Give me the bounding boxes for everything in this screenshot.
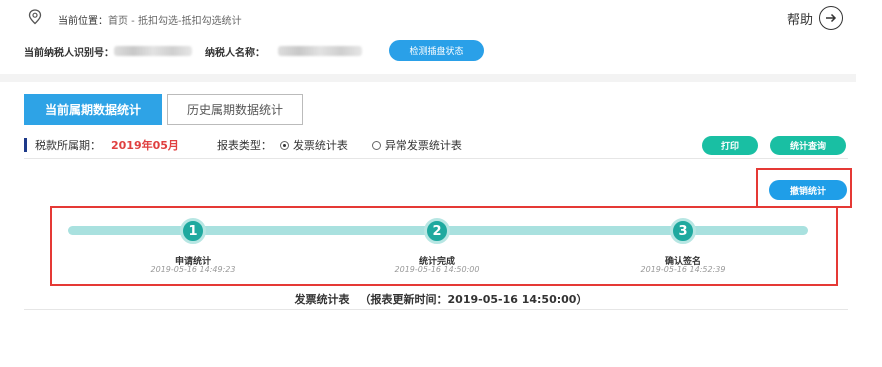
- help-label: 帮助: [787, 12, 814, 28]
- arrow-right-icon: [819, 6, 844, 30]
- step-2-time: 2019-05-16 14:50:00: [394, 265, 480, 274]
- crumb-path: 抵扣勾选-抵扣勾选统计: [137, 16, 242, 27]
- taxpayer-name-redacted: [278, 46, 362, 56]
- taxpayer-name-label: 纳税人名称：: [205, 48, 265, 59]
- taxpayer-id-redacted: [114, 46, 192, 56]
- section-divider-band: [0, 74, 856, 82]
- report-updated-time: （报表更新时间：2019-05-16 14:50:00）: [359, 293, 588, 306]
- step-1-time: 2019-05-16 14:49:23: [150, 265, 236, 274]
- report-title: 发票统计表: [294, 293, 350, 306]
- breadcrumb: 当前位置：首页 - 抵扣勾选-抵扣勾选统计: [58, 12, 242, 27]
- step-1-badge: 1: [180, 218, 206, 244]
- report-heading: 发票统计表 （报表更新时间：2019-05-16 14:50:00）: [0, 291, 882, 307]
- tab-history-period[interactable]: 历史属期数据统计: [167, 94, 303, 125]
- report-divider: [24, 309, 848, 310]
- taxpayer-id-label: 当前纳税人识别号：: [24, 48, 114, 59]
- check-plugin-status-button[interactable]: 检测插盘状态: [389, 40, 484, 61]
- location-label: 当前位置：: [58, 16, 108, 27]
- step-3-badge: 3: [670, 218, 696, 244]
- report-type-label: 报表类型：: [216, 139, 272, 152]
- radio-unselected-icon: [371, 140, 381, 150]
- radio-selected-icon: [279, 140, 289, 150]
- divider-line: [24, 158, 848, 159]
- tab-current-period[interactable]: 当前属期数据统计: [24, 94, 162, 125]
- stats-query-button[interactable]: 统计查询: [770, 136, 846, 155]
- radio-invoice-stats-label: 发票统计表: [292, 139, 348, 152]
- page: 当前位置：首页 - 抵扣勾选-抵扣勾选统计 帮助 当前纳税人识别号： 纳税人名称…: [0, 0, 882, 367]
- radio-abnormal-invoice-stats[interactable]: 异常发票统计表: [371, 137, 462, 153]
- step-2-badge: 2: [424, 218, 450, 244]
- top-header: 当前位置：首页 - 抵扣勾选-抵扣勾选统计 帮助 当前纳税人识别号： 纳税人名称…: [0, 0, 882, 80]
- progress-highlight-box: [50, 206, 838, 286]
- step-3-time: 2019-05-16 14:52:39: [640, 265, 726, 274]
- crumb-home[interactable]: 首页: [108, 16, 128, 27]
- section-marker: [24, 138, 27, 152]
- cancel-stats-button[interactable]: 撤销统计: [769, 180, 847, 200]
- period-value: 2019年05月: [111, 139, 179, 152]
- filter-row: 税款所属期： 2019年05月 报表类型： 发票统计表 异常发票统计表: [24, 137, 462, 153]
- location-pin-icon: [26, 8, 44, 26]
- radio-abnormal-invoice-stats-label: 异常发票统计表: [384, 139, 462, 152]
- period-label: 税款所属期：: [35, 139, 101, 152]
- radio-invoice-stats[interactable]: 发票统计表: [279, 137, 348, 153]
- help-link[interactable]: 帮助: [787, 6, 844, 30]
- print-button[interactable]: 打印: [702, 136, 758, 155]
- crumb-separator: -: [128, 16, 138, 27]
